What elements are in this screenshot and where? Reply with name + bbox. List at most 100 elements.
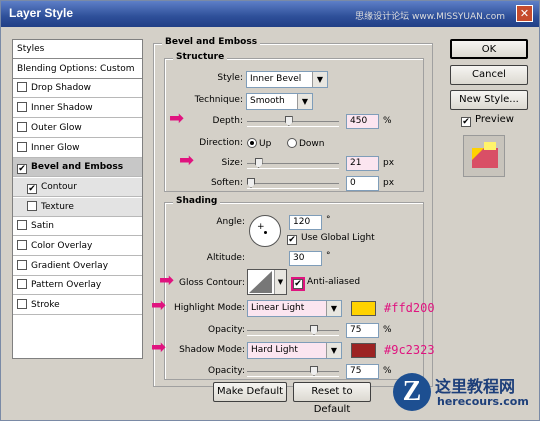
shading-group: Shading Angle: + 120 ° ✔ Use Global Light… (151, 196, 435, 380)
size-label: Size: (221, 158, 243, 168)
technique-select[interactable]: Smooth ▼ (246, 93, 313, 110)
style-list-item[interactable]: Color Overlay (13, 237, 142, 256)
site-watermark: Z 这里教程网 herecours.com (393, 371, 533, 415)
style-list-item[interactable]: Satin (13, 217, 142, 237)
watermark-title: 这里教程网 (435, 377, 516, 396)
shadow-opacity-thumb[interactable] (310, 366, 318, 376)
structure-title: Structure (173, 52, 228, 62)
shadow-opacity-input[interactable]: 75 (346, 364, 379, 379)
checkbox-icon: ✔ (287, 235, 297, 245)
chevron-down-icon: ▼ (326, 343, 341, 358)
style-list-label: Gradient Overlay (31, 260, 109, 271)
style-list-item[interactable]: ✔ Contour (13, 177, 142, 197)
checkbox-icon[interactable] (17, 82, 27, 93)
checkbox-icon[interactable] (27, 200, 37, 211)
style-list-label: Inner Shadow (31, 103, 93, 114)
bevel-emboss-group: Bevel and Emboss Structure Style: Inner … (151, 37, 435, 387)
style-list-item[interactable]: Inner Glow (13, 139, 142, 158)
technique-value: Smooth (250, 96, 285, 106)
direction-up-radio[interactable]: Up (247, 138, 271, 149)
direction-down-radio[interactable]: Down (287, 138, 325, 149)
make-default-button[interactable]: Make Default (213, 382, 287, 402)
style-list-item[interactable]: Drop Shadow (13, 79, 142, 99)
style-list-item[interactable]: Styles (13, 40, 142, 59)
checkbox-icon[interactable] (17, 259, 27, 270)
depth-slider[interactable] (247, 116, 339, 127)
style-list-item[interactable]: Texture (13, 197, 142, 217)
angle-dial[interactable]: + (249, 215, 281, 247)
soften-unit: px (383, 178, 395, 188)
chevron-down-icon: ▼ (326, 301, 341, 316)
checkbox-icon[interactable] (17, 121, 27, 132)
radio-icon (247, 138, 257, 148)
shadow-color-swatch[interactable] (351, 343, 376, 358)
checkbox-icon[interactable] (17, 220, 27, 231)
checkbox-icon[interactable]: ✔ (27, 183, 37, 194)
gloss-contour-label: Gloss Contour: (178, 278, 245, 288)
new-style-button[interactable]: New Style... (450, 90, 528, 110)
size-input[interactable]: 21 (346, 156, 379, 171)
ok-button[interactable]: OK (450, 39, 528, 59)
preview-checkbox[interactable]: ✔ Preview (461, 114, 514, 127)
size-unit: px (383, 158, 395, 168)
size-slider[interactable] (247, 158, 339, 169)
shadow-hex-annotation: #9c2323 (384, 343, 435, 357)
dialog-client: Styles Blending Options: Custom Drop Shado… (6, 31, 536, 417)
style-list-item[interactable]: Blending Options: Custom (13, 60, 142, 79)
anti-aliased-checkbox[interactable]: ✔ Anti-aliased (291, 277, 360, 291)
shading-title: Shading (173, 196, 221, 206)
style-list-item[interactable]: Inner Shadow (13, 99, 142, 119)
altitude-label: Altitude: (206, 253, 245, 263)
chevron-down-icon: ▼ (312, 72, 327, 87)
checkbox-icon: ✔ (291, 277, 305, 291)
shadow-mode-select[interactable]: Hard Light ▼ (247, 342, 342, 359)
highlight-color-swatch[interactable] (351, 301, 376, 316)
style-list-item[interactable]: Stroke (13, 296, 142, 316)
soften-input[interactable]: 0 (346, 176, 379, 191)
style-list-label: Satin (31, 221, 54, 232)
highlight-opacity-label: Opacity: (208, 325, 245, 335)
style-list-item[interactable]: Pattern Overlay (13, 276, 142, 296)
checkbox-icon[interactable] (17, 240, 27, 250)
depth-slider-thumb[interactable] (284, 116, 293, 126)
close-button[interactable]: ✕ (516, 5, 533, 22)
style-list: Styles Blending Options: Custom Drop Shado… (12, 39, 143, 359)
reset-default-button[interactable]: Reset to Default (293, 382, 371, 415)
gloss-contour-picker[interactable]: ▼ (247, 269, 287, 295)
style-list-item[interactable]: Outer Glow (13, 119, 142, 138)
highlight-opacity-slider[interactable] (247, 325, 339, 336)
window-title: Layer Style (9, 6, 74, 20)
altitude-input[interactable]: 30 (289, 251, 322, 266)
style-list-label: Inner Glow (31, 142, 80, 153)
style-list-label: Color Overlay (31, 241, 93, 251)
style-select[interactable]: Inner Bevel ▼ (246, 71, 328, 88)
cancel-button[interactable]: Cancel (450, 65, 528, 85)
chevron-down-icon: ▼ (274, 270, 286, 294)
soften-slider[interactable] (247, 178, 339, 189)
style-list-label: Texture (41, 201, 74, 212)
soften-slider-thumb[interactable] (247, 178, 255, 188)
depth-label: Depth: (212, 116, 243, 126)
style-list-item[interactable]: ✔ Bevel and Emboss (13, 158, 142, 178)
logo-icon: Z (393, 373, 431, 411)
direction-up-label: Up (259, 139, 272, 149)
layer-style-dialog: Layer Style 思缘设计论坛 www.MISSYUAN.com ✕ St… (0, 0, 540, 421)
style-list-item[interactable]: Gradient Overlay (13, 257, 142, 276)
highlight-opacity-thumb[interactable] (310, 325, 318, 335)
preview-thumbnail (463, 135, 505, 177)
highlight-mode-select[interactable]: Linear Light ▼ (247, 300, 342, 317)
depth-input[interactable]: 450 (346, 114, 379, 129)
checkbox-icon[interactable] (17, 279, 27, 290)
highlight-opacity-input[interactable]: 75 (346, 323, 379, 338)
style-value: Inner Bevel (250, 74, 302, 84)
checkbox-icon[interactable] (17, 141, 27, 152)
checkbox-icon[interactable] (17, 102, 27, 113)
angle-input[interactable]: 120 (289, 215, 322, 230)
shadow-opacity-slider[interactable] (247, 366, 339, 377)
global-light-checkbox[interactable]: ✔ Use Global Light (287, 233, 375, 245)
global-light-label: Use Global Light (301, 233, 375, 243)
highlight-opacity-unit: % (383, 325, 392, 335)
size-slider-thumb[interactable] (254, 158, 263, 168)
checkbox-icon[interactable]: ✔ (17, 164, 27, 175)
checkbox-icon[interactable] (17, 299, 27, 310)
